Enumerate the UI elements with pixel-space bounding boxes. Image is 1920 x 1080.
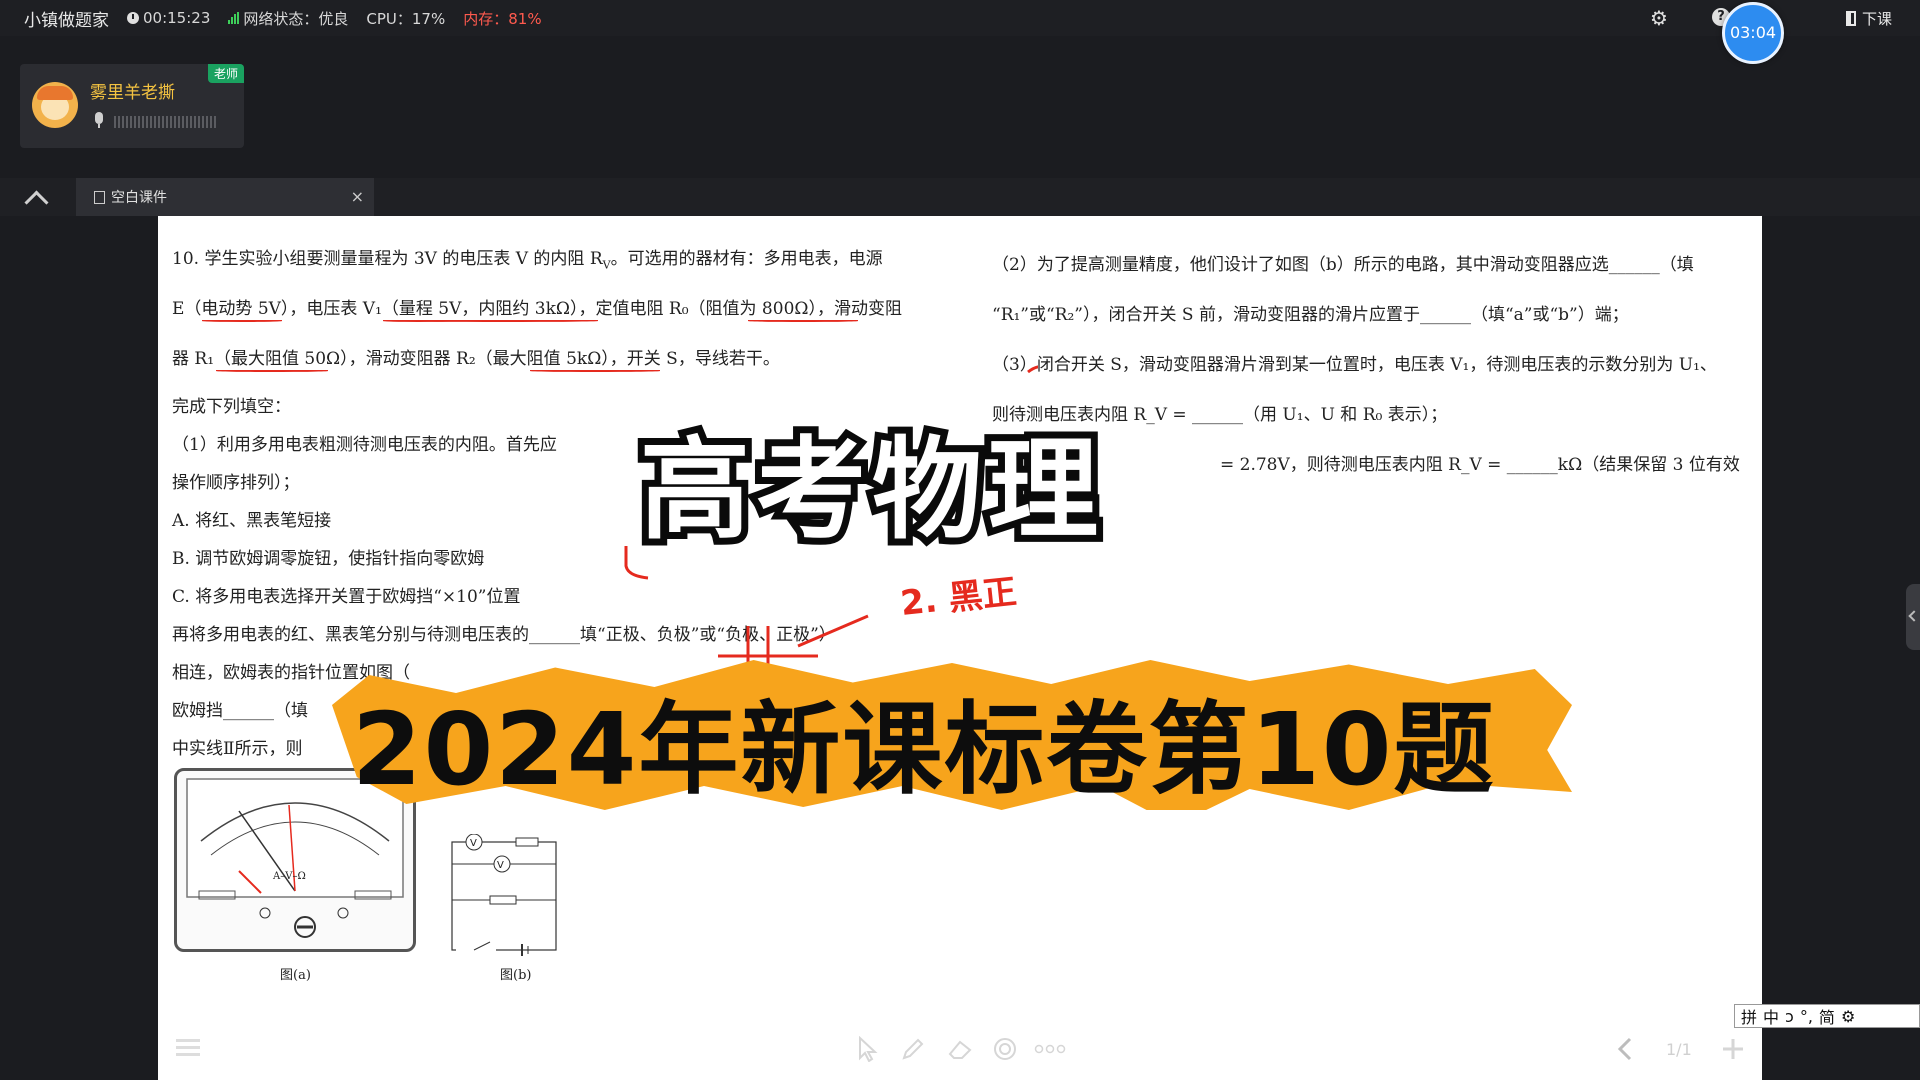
courseware-tab-bar: 空白课件 × <box>0 178 1920 216</box>
annotation-underline <box>408 320 598 322</box>
question-line-9: 欧姆挡______（填 <box>172 701 308 721</box>
ime-chinese-mode[interactable]: 中 <box>1763 1004 1779 1028</box>
pointer-icon[interactable] <box>856 1036 880 1062</box>
add-page-icon[interactable] <box>1720 1036 1746 1062</box>
cpu-usage: CPU：17% <box>366 9 446 28</box>
side-panel-handle[interactable] <box>1906 584 1920 650</box>
gear-icon[interactable]: ⚙ <box>1650 8 1670 28</box>
overlay-subtitle: 2024年新课标卷第10题 <box>352 691 1496 808</box>
question-line-1: 10. 学生实验小组要测量量程为 3V 的电压表 V 的内阻 RV。可选用的器材… <box>172 249 883 272</box>
question-line-2: E（电动势 5V），电压表 V₁（量程 5V，内阻约 3kΩ），定值电阻 R₀（… <box>172 299 902 319</box>
role-badge: 老师 <box>207 64 244 83</box>
ime-toolbar[interactable]: 拼 中 ↄ °, 简 ⚙ <box>1734 1004 1920 1028</box>
signal-icon <box>228 12 240 24</box>
svg-text:V: V <box>497 860 504 871</box>
ime-pinyin-icon[interactable]: 拼 <box>1741 1004 1757 1028</box>
network-status: 网络状态：优良 <box>228 8 348 29</box>
more-icon[interactable] <box>1034 1042 1066 1056</box>
document-icon <box>94 190 105 204</box>
session-time: 00:15:23 <box>127 9 210 27</box>
question-right-5: = 2.78V，则待测电压表内阻 R_V = ______kΩ（结果保留 3 位… <box>1220 455 1740 475</box>
close-icon[interactable]: × <box>351 187 364 206</box>
avatar <box>32 82 78 128</box>
svg-text:V: V <box>470 838 477 849</box>
question-right-3: （3）闭合开关 S，滑动变阻器滑片滑到某一位置时，电压表 V₁，待测电压表的示数… <box>992 355 1717 375</box>
teacher-name: 雾里羊老撕 <box>90 83 175 103</box>
exit-door-icon <box>1846 11 1856 26</box>
ime-punctuation-icon[interactable]: °, <box>1800 1007 1813 1026</box>
annotation-underline <box>202 320 282 322</box>
annotation-underline <box>216 370 328 372</box>
question-right-2: “R₁”或“R₂”），闭合开关 S 前，滑动变阻器的滑片应置于______（填“… <box>992 305 1629 325</box>
ime-settings-icon[interactable]: ⚙ <box>1841 1007 1855 1026</box>
question-line-6: 操作顺序排列）； <box>172 473 300 493</box>
ime-halfwidth-icon[interactable]: ↄ <box>1785 1007 1794 1026</box>
figure-b-caption: 图(b) <box>500 968 532 983</box>
class-timer[interactable]: 03:04 <box>1722 2 1784 64</box>
figure-a-caption: 图(a) <box>280 968 311 983</box>
memory-usage: 内存：81% <box>463 9 542 28</box>
end-class-button[interactable]: 下课 <box>1846 8 1892 29</box>
clock-icon <box>127 12 139 24</box>
volume-meter <box>114 116 216 128</box>
circuit-diagram: V V <box>451 834 557 956</box>
prev-page-icon[interactable] <box>1614 1036 1636 1062</box>
question-line-4: 完成下列填空： <box>172 397 291 417</box>
top-status-bar: 小镇做题家 00:15:23 网络状态：优良 CPU：17% 内存：81% <box>0 0 1920 36</box>
teacher-video-card[interactable]: 雾里羊老撕 老师 <box>20 64 244 148</box>
menu-icon[interactable] <box>174 1036 204 1060</box>
tab-blank-courseware[interactable]: 空白课件 × <box>76 178 374 216</box>
overlay-title: 高考物理 <box>633 419 1105 561</box>
pen-icon[interactable] <box>900 1036 926 1062</box>
session-time-value: 00:15:23 <box>143 9 211 27</box>
page-indicator: 1/1 <box>1666 1040 1692 1059</box>
whiteboard-canvas[interactable]: 10. 学生实验小组要测量量程为 3V 的电压表 V 的内阻 RV。可选用的器材… <box>158 216 1762 1080</box>
question-line-10: 中实线Ⅱ所示，则 <box>172 739 303 759</box>
eraser-icon[interactable] <box>946 1036 974 1062</box>
option-a: A. 将红、黑表笔短接 <box>172 511 332 531</box>
microphone-icon[interactable] <box>94 112 104 128</box>
collapse-chevron-icon[interactable] <box>20 186 50 208</box>
question-right-1: （2）为了提高测量精度，他们设计了如图（b）所示的电路，其中滑动变阻器应选___… <box>992 255 1694 275</box>
question-line-5: （1）利用多用电表粗测待测电压表的内阻。首先应 <box>172 435 557 455</box>
ime-simplified-mode[interactable]: 简 <box>1819 1004 1835 1028</box>
option-c: C. 将多用电表选择开关置于欧姆挡“×10”位置 <box>172 587 521 607</box>
option-b: B. 调节欧姆调零旋钮，使指针指向零欧姆 <box>172 549 485 569</box>
network-status-text: 网络状态：优良 <box>243 9 349 28</box>
app-name: 小镇做题家 <box>24 10 109 31</box>
end-class-label: 下课 <box>1862 10 1893 28</box>
tab-label: 空白课件 <box>111 190 167 206</box>
shape-icon[interactable] <box>992 1036 1018 1062</box>
annotation-underline <box>748 320 858 322</box>
svg-text:A–V–Ω: A–V–Ω <box>272 871 306 882</box>
